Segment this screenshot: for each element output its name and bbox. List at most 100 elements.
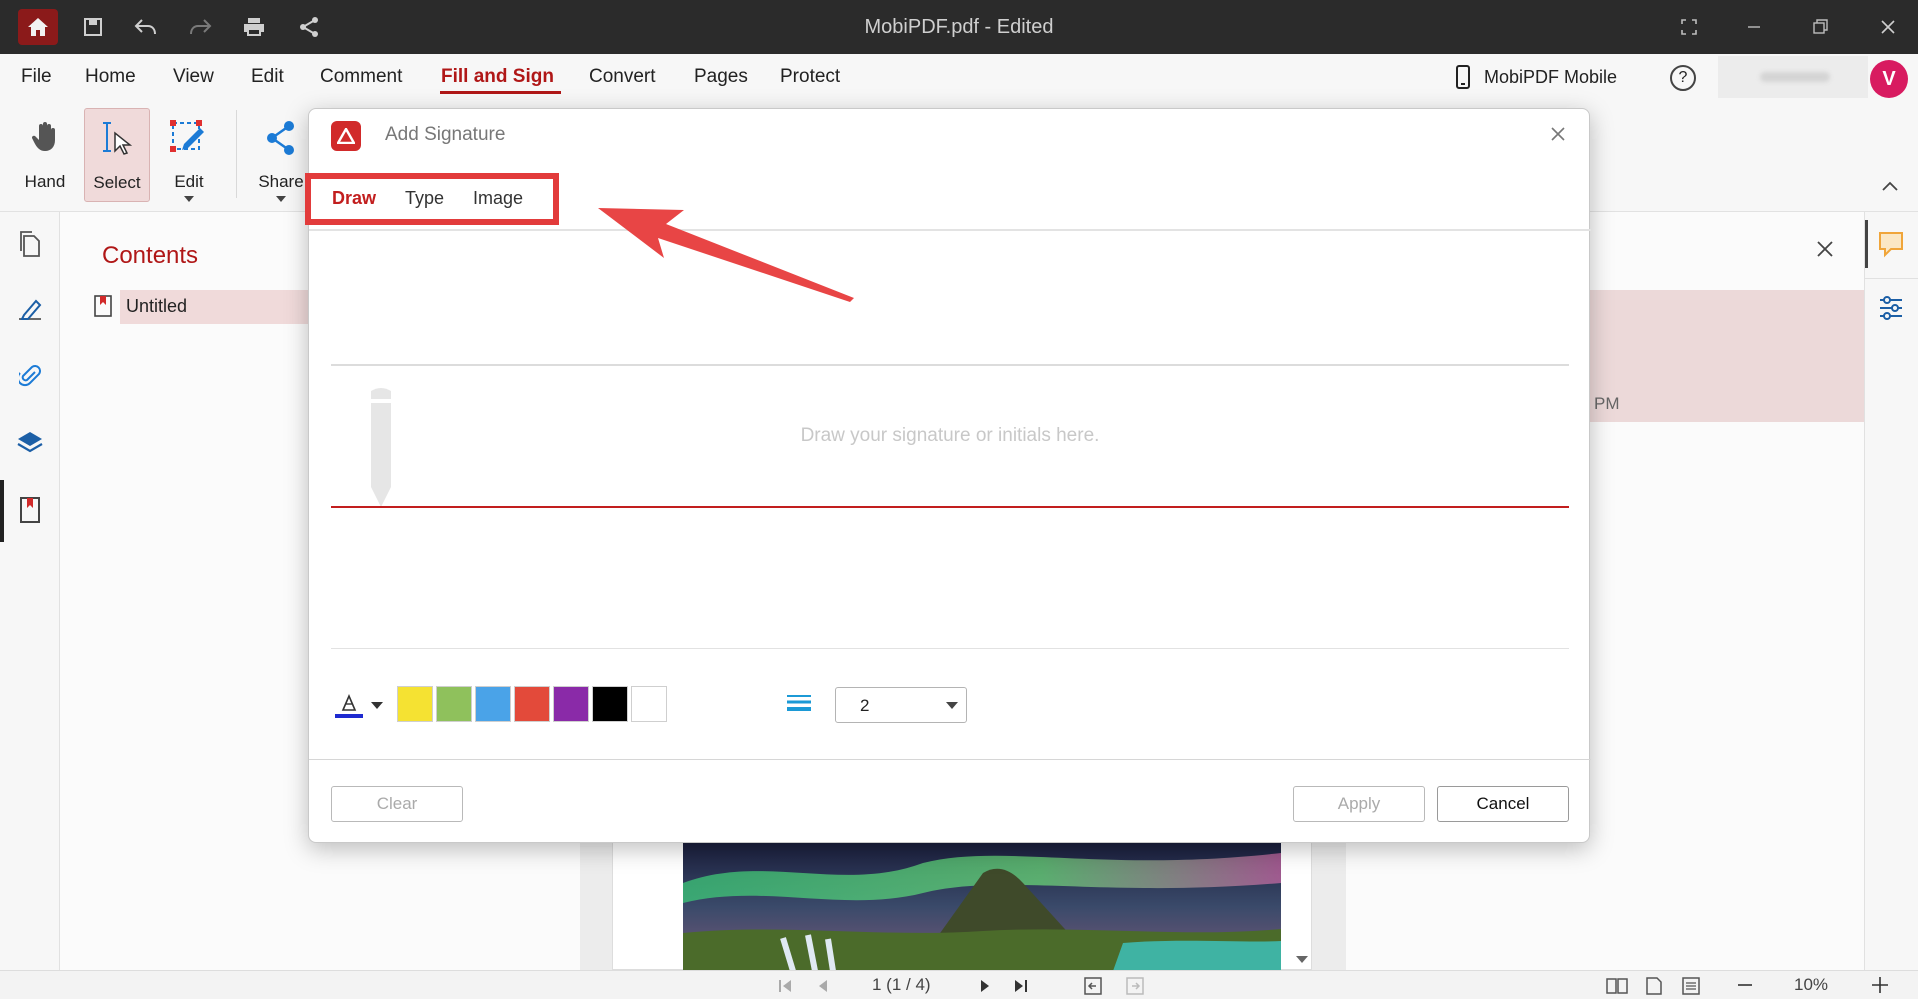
clear-button[interactable]: Clear: [331, 786, 463, 822]
text-select-icon: [103, 122, 133, 155]
menu-comment[interactable]: Comment: [320, 66, 402, 88]
chevron-down-icon: [946, 702, 958, 709]
menu-home[interactable]: Home: [85, 66, 136, 88]
go-back-icon[interactable]: [1084, 977, 1102, 995]
comments-panel-toggle[interactable]: [1877, 230, 1905, 263]
menu-convert[interactable]: Convert: [589, 66, 656, 88]
single-page-view-icon[interactable]: [1646, 977, 1662, 995]
menu-file[interactable]: File: [21, 66, 52, 88]
scroll-down-arrow[interactable]: [1296, 956, 1308, 963]
comment-card[interactable]: [1586, 290, 1864, 422]
phone-icon: [1456, 65, 1470, 89]
apply-button[interactable]: Apply: [1293, 786, 1425, 822]
properties-panel-toggle[interactable]: [1878, 296, 1904, 325]
fullscreen-button[interactable]: [1672, 12, 1706, 42]
account-area[interactable]: [1718, 56, 1868, 98]
line-thickness-icon: [787, 695, 811, 711]
edit-label: Edit: [174, 172, 204, 191]
hand-tool-button[interactable]: Hand: [12, 108, 78, 202]
page-indicator[interactable]: 1 (1 / 4): [872, 975, 931, 995]
close-panel-button[interactable]: [1816, 240, 1834, 263]
menu-pages[interactable]: Pages: [694, 66, 748, 88]
layers-panel-button[interactable]: [14, 426, 46, 458]
share-button[interactable]: [294, 12, 324, 42]
right-sidebar: [1864, 212, 1918, 970]
ribbon-divider: [236, 110, 237, 198]
dialog-title: Add Signature: [385, 124, 506, 145]
stroke-width-select[interactable]: 2: [835, 687, 967, 723]
print-icon: [244, 18, 264, 36]
color-swatch-yellow[interactable]: [397, 686, 433, 722]
pen-color-picker[interactable]: [335, 687, 391, 723]
home-button[interactable]: [18, 9, 58, 45]
menu-edit[interactable]: Edit: [251, 66, 284, 88]
print-button[interactable]: [239, 12, 269, 42]
redo-button[interactable]: [185, 12, 215, 42]
fullscreen-icon: [1681, 19, 1697, 35]
previous-page-icon[interactable]: [816, 979, 828, 993]
menu-bar: File Home View Edit Comment Fill and Sig…: [0, 54, 1918, 100]
app-logo-icon: [337, 128, 355, 144]
select-tool-button[interactable]: Select: [84, 108, 150, 202]
mobile-app-button[interactable]: MobiPDF Mobile: [1456, 64, 1617, 90]
menu-fill-and-sign[interactable]: Fill and Sign: [441, 66, 554, 88]
title-bar: MobiPDF.pdf - Edited: [0, 0, 1918, 54]
undo-button[interactable]: [131, 12, 161, 42]
menu-view[interactable]: View: [173, 66, 214, 88]
last-page-icon[interactable]: [1014, 979, 1028, 993]
zoom-out-icon[interactable]: [1738, 983, 1752, 987]
color-swatch-white[interactable]: [631, 686, 667, 722]
edit-object-icon: [170, 120, 204, 152]
edit-dropdown-arrow[interactable]: [184, 196, 194, 202]
go-forward-icon[interactable]: [1126, 977, 1144, 995]
zoom-level[interactable]: 10%: [1794, 975, 1828, 995]
minimize-icon: [1748, 26, 1760, 28]
color-swatch-red[interactable]: [514, 686, 550, 722]
minimize-button[interactable]: [1737, 12, 1771, 42]
home-icon: [28, 18, 48, 36]
color-swatch-purple[interactable]: [553, 686, 589, 722]
blurred-username: [1760, 72, 1830, 82]
bookmark-icon: [20, 497, 40, 523]
signature-pen-icon: [19, 299, 42, 320]
select-label: Select: [93, 173, 141, 192]
two-page-view-icon[interactable]: [1606, 977, 1628, 995]
close-icon: [1881, 20, 1895, 34]
active-menu-underline: [440, 91, 561, 94]
color-swatch-black[interactable]: [592, 686, 628, 722]
save-button[interactable]: [78, 12, 108, 42]
color-swatch-green[interactable]: [436, 686, 472, 722]
hand-icon: [31, 122, 55, 151]
color-swatch-blue[interactable]: [475, 686, 511, 722]
continuous-view-icon[interactable]: [1682, 977, 1700, 995]
pages-panel-button[interactable]: [14, 228, 46, 260]
restore-icon: [1813, 19, 1828, 34]
mobile-app-label: MobiPDF Mobile: [1484, 66, 1618, 87]
close-icon: [1551, 127, 1565, 141]
share-dropdown-arrow[interactable]: [276, 196, 286, 202]
draw-area-top-line: [331, 364, 1569, 366]
next-page-icon[interactable]: [980, 979, 992, 993]
pen-color-bar: [335, 714, 363, 718]
edit-tool-button[interactable]: Edit: [156, 108, 222, 202]
layers-icon: [17, 432, 43, 453]
cancel-button[interactable]: Cancel: [1437, 786, 1569, 822]
dialog-footer-divider: [309, 759, 1591, 760]
avatar[interactable]: V: [1870, 60, 1908, 98]
zoom-in-icon[interactable]: [1872, 977, 1888, 993]
draw-area-bottom-line: [331, 648, 1569, 649]
bookmarks-panel-button[interactable]: [14, 494, 46, 526]
signatures-panel-button[interactable]: [14, 294, 46, 326]
maximize-button[interactable]: [1803, 12, 1837, 42]
first-page-icon[interactable]: [778, 979, 792, 993]
sliders-icon: [1880, 296, 1902, 320]
save-icon: [84, 18, 102, 36]
active-panel-indicator: [0, 480, 4, 542]
attachments-panel-button[interactable]: [14, 360, 46, 392]
help-icon[interactable]: ?: [1670, 65, 1696, 91]
menu-protect[interactable]: Protect: [780, 66, 840, 88]
collapse-ribbon-button[interactable]: [1882, 178, 1898, 196]
dialog-close-button[interactable]: [1543, 119, 1573, 149]
close-window-button[interactable]: [1871, 12, 1905, 42]
draw-placeholder: Draw your signature or initials here.: [800, 425, 1100, 446]
